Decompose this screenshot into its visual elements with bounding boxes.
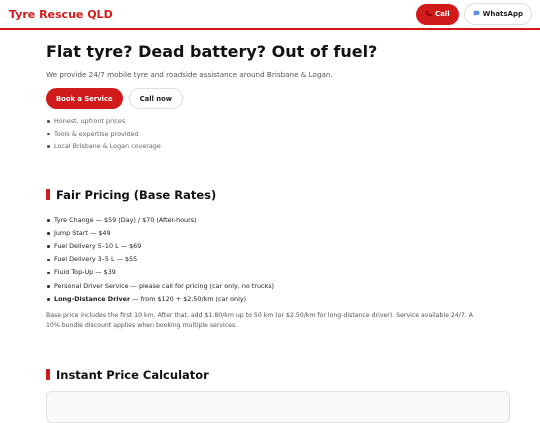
pricing-heading-text: Fair Pricing (Base Rates) <box>56 187 217 202</box>
book-service-button[interactable]: Book a Service <box>46 88 123 109</box>
price-item: Jump Start — $49 <box>46 227 494 240</box>
speech-bubble-icon <box>473 10 480 19</box>
price-item: Fuel Delivery 3–5 L — $55 <box>46 253 494 266</box>
pricing-list: Tyre Change — $59 (Day) / $70 (After-hou… <box>46 214 494 306</box>
section-accent-bar <box>46 189 50 200</box>
price-item: Fluid Top-Up — $39 <box>46 266 494 279</box>
price-item: Personal Driver Service — please call fo… <box>46 280 494 293</box>
price-item: Tyre Change — $59 (Day) / $70 (After-hou… <box>46 214 494 227</box>
feature-item: Local Brisbane & Logan coverage <box>46 140 494 153</box>
hero-buttons: Book a Service Call now <box>46 88 494 109</box>
whatsapp-button-label: WhatsApp <box>482 10 523 18</box>
brand-logo[interactable]: Tyre Rescue QLD <box>9 8 113 21</box>
feature-item: Tools & expertise provided <box>46 128 494 141</box>
price-item: Fuel Delivery 5–10 L — $69 <box>46 240 494 253</box>
call-now-button[interactable]: Call now <box>128 88 184 109</box>
section-accent-bar <box>46 369 50 381</box>
pricing-note: Base price includes the first 10 km. Aft… <box>46 311 473 329</box>
hero-title: Flat tyre? Dead battery? Out of fuel? <box>46 42 378 61</box>
whatsapp-button[interactable]: WhatsApp <box>463 3 532 25</box>
call-button[interactable]: Call <box>415 3 459 25</box>
main-content: Flat tyre? Dead battery? Out of fuel? We… <box>0 42 510 423</box>
feature-list: Honest, upfront prices Tools & expertise… <box>46 115 494 153</box>
price-item-bold: Long-Distance Driver <box>54 294 131 303</box>
calculator-panel <box>46 390 510 423</box>
top-bar: Tyre Rescue QLD Call WhatsApp <box>0 0 540 30</box>
hero-subtitle: We provide 24/7 mobile tyre and roadside… <box>46 70 333 79</box>
price-item-text: — from $120 + $2.50/km (car only) <box>130 294 247 303</box>
calculator-heading: Instant Price Calculator <box>46 368 494 382</box>
call-button-label: Call <box>434 10 450 18</box>
pricing-heading: Fair Pricing (Base Rates) <box>46 188 494 202</box>
header-actions: Call WhatsApp <box>415 3 532 25</box>
price-item: Long-Distance Driver — from $120 + $2.50… <box>46 293 494 306</box>
feature-item: Honest, upfront prices <box>46 115 494 128</box>
calculator-heading-text: Instant Price Calculator <box>56 367 209 382</box>
phone-icon <box>425 10 432 19</box>
